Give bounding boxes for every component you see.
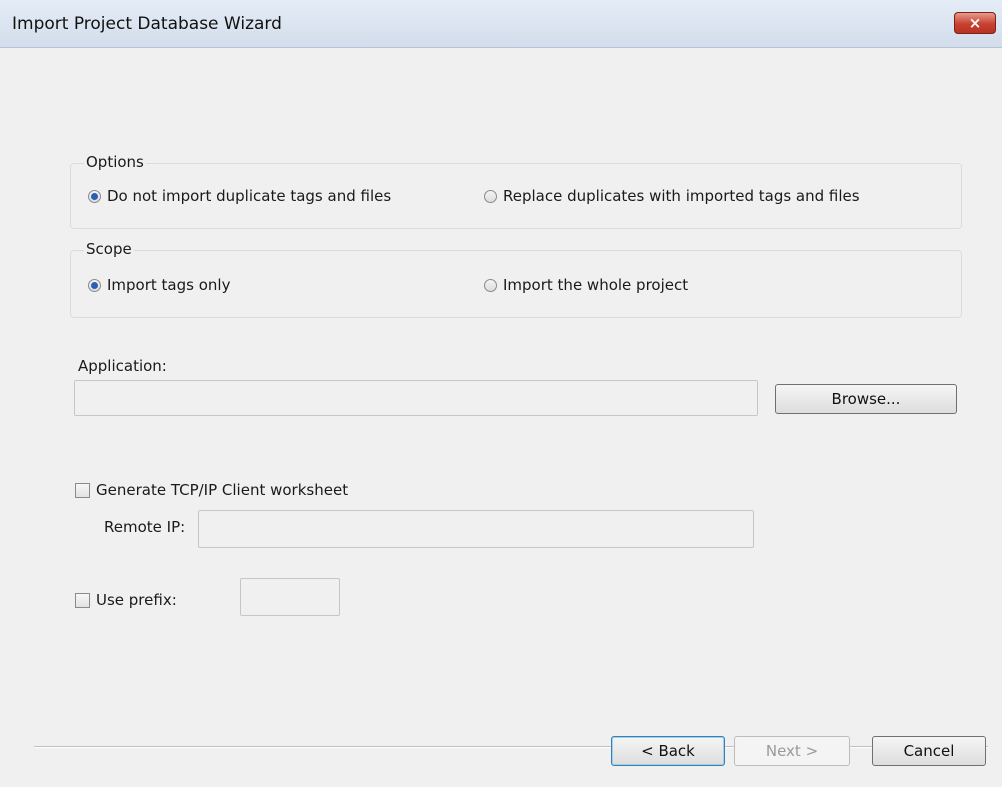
scope-tags-only[interactable]: Import tags only: [88, 276, 230, 294]
wizard-body: [0, 48, 1002, 787]
generate-tcpip-checkbox[interactable]: Generate TCP/IP Client worksheet: [75, 481, 348, 499]
close-icon: ×: [968, 14, 982, 32]
cancel-button[interactable]: Cancel: [872, 736, 986, 766]
use-prefix-checkbox[interactable]: Use prefix:: [75, 591, 177, 609]
scope-tags-only-label: Import tags only: [107, 276, 231, 294]
checkbox-icon[interactable]: [75, 482, 90, 498]
next-button[interactable]: Next >: [734, 736, 850, 766]
option-no-duplicates-label: Do not import duplicate tags and files: [107, 187, 392, 205]
generate-tcpip-label: Generate TCP/IP Client worksheet: [96, 481, 349, 499]
remote-ip-label: Remote IP:: [104, 518, 186, 536]
close-button[interactable]: ×: [954, 12, 996, 34]
option-replace-duplicates-label: Replace duplicates with imported tags an…: [503, 187, 860, 205]
radio-icon[interactable]: [484, 278, 497, 292]
title-bar: Import Project Database Wizard ×: [0, 0, 1002, 48]
scope-group-label: Scope: [84, 240, 134, 258]
radio-icon[interactable]: [484, 189, 497, 203]
option-replace-duplicates[interactable]: Replace duplicates with imported tags an…: [484, 187, 860, 205]
radio-icon[interactable]: [88, 189, 101, 203]
scope-whole-project-label: Import the whole project: [503, 276, 689, 294]
back-button[interactable]: < Back: [611, 736, 725, 766]
browse-button[interactable]: Browse...: [775, 384, 957, 414]
checkbox-icon[interactable]: [75, 592, 90, 608]
application-input[interactable]: [74, 380, 758, 416]
application-label: Application:: [78, 357, 167, 375]
prefix-input[interactable]: [240, 578, 340, 616]
scope-whole-project[interactable]: Import the whole project: [484, 276, 688, 294]
radio-icon[interactable]: [88, 278, 101, 292]
options-group-label: Options: [84, 153, 146, 171]
window-title: Import Project Database Wizard: [12, 14, 282, 34]
option-no-duplicates[interactable]: Do not import duplicate tags and files: [88, 187, 391, 205]
use-prefix-label: Use prefix:: [96, 591, 177, 609]
remote-ip-input[interactable]: [198, 510, 754, 548]
